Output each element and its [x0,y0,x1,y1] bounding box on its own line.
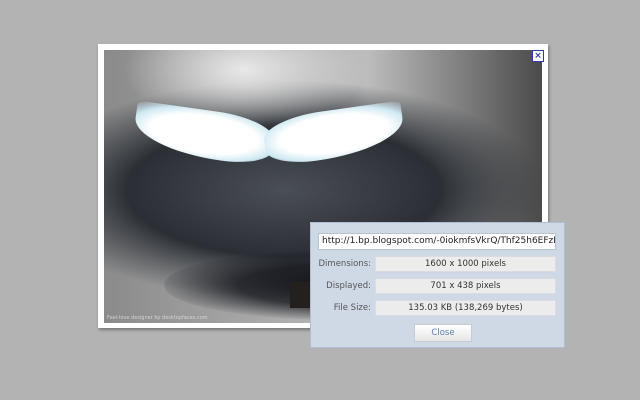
displayed-value: 701 x 438 pixels [375,278,556,294]
image-info-dialog: http://1.bp.blogspot.com/-0iokmfsVkrQ/Th… [310,222,565,348]
image-glow-left [131,100,277,168]
dimensions-value: 1600 x 1000 pixels [375,256,556,272]
file-size-row: File Size: 135.03 KB (138,269 bytes) [311,300,566,317]
file-size-value: 135.03 KB (138,269 bytes) [375,300,556,316]
close-icon[interactable]: × [532,50,544,62]
image-url-field[interactable]: http://1.bp.blogspot.com/-0iokmfsVkrQ/Th… [318,233,556,250]
close-button[interactable]: Close [414,324,472,342]
image-dark-block [290,282,310,308]
dimensions-label: Dimensions: [318,259,371,269]
displayed-row: Displayed: 701 x 438 pixels [311,278,566,295]
image-credit: Feel-love designer by desktopfaces.com [107,315,208,321]
displayed-label: Displayed: [326,281,371,291]
dimensions-row: Dimensions: 1600 x 1000 pixels [311,256,566,273]
file-size-label: File Size: [333,303,371,313]
image-glow-right [261,100,407,168]
